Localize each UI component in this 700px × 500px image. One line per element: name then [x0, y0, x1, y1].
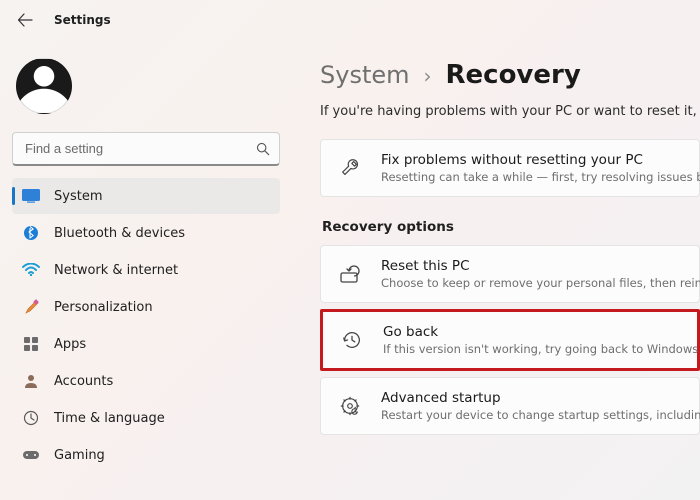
- tile-text: Advanced startup Restart your device to …: [381, 390, 683, 422]
- tile-title: Go back: [383, 324, 681, 340]
- section-label-recovery: Recovery options: [322, 219, 700, 235]
- search-icon: [256, 142, 270, 156]
- tile-subtitle: Resetting can take a while — first, try …: [381, 170, 683, 184]
- tile-go-back[interactable]: Go back If this version isn't working, t…: [320, 309, 700, 371]
- sidebar-item-network[interactable]: Network & internet: [12, 252, 280, 288]
- tile-reset-pc[interactable]: Reset this PC Choose to keep or remove y…: [320, 245, 700, 303]
- sidebar-item-label: Bluetooth & devices: [54, 226, 185, 241]
- history-icon: [339, 327, 365, 353]
- shell: System Bluetooth & devices Network & int…: [0, 40, 700, 500]
- tile-text: Go back If this version isn't working, t…: [383, 324, 681, 356]
- tile-fix-problems[interactable]: Fix problems without resetting your PC R…: [320, 139, 700, 197]
- arrow-left-icon: [17, 12, 33, 28]
- nav: System Bluetooth & devices Network & int…: [12, 178, 280, 473]
- search-wrap: [12, 132, 280, 166]
- tile-advanced-startup[interactable]: Advanced startup Restart your device to …: [320, 377, 700, 435]
- sidebar-item-label: Network & internet: [54, 263, 178, 278]
- bluetooth-icon: [22, 224, 40, 242]
- sidebar-item-label: Gaming: [54, 448, 105, 463]
- sidebar-item-accounts[interactable]: Accounts: [12, 363, 280, 399]
- sidebar-item-label: Apps: [54, 337, 86, 352]
- tile-list-recovery: Reset this PC Choose to keep or remove y…: [320, 245, 700, 435]
- tile-list-top: Fix problems without resetting your PC R…: [320, 139, 700, 197]
- paintbrush-icon: [22, 298, 40, 316]
- sidebar-item-label: Personalization: [54, 300, 153, 315]
- sidebar-item-time-language[interactable]: Time & language: [12, 400, 280, 436]
- back-button[interactable]: [14, 9, 36, 31]
- gaming-icon: [22, 446, 40, 464]
- sidebar-item-gaming[interactable]: Gaming: [12, 437, 280, 473]
- system-icon: [22, 187, 40, 205]
- chevron-right-icon: ›: [424, 64, 432, 88]
- wrench-icon: [337, 155, 363, 181]
- sidebar-item-label: Time & language: [54, 411, 165, 426]
- sidebar-item-personalization[interactable]: Personalization: [12, 289, 280, 325]
- avatar: [16, 58, 72, 114]
- tile-subtitle: Restart your device to change startup se…: [381, 408, 683, 422]
- clock-language-icon: [22, 409, 40, 427]
- titlebar: Settings: [0, 0, 700, 40]
- tile-subtitle: Choose to keep or remove your personal f…: [381, 276, 683, 290]
- advanced-startup-icon: [337, 393, 363, 419]
- breadcrumb-parent[interactable]: System: [320, 61, 410, 89]
- tile-title: Fix problems without resetting your PC: [381, 152, 683, 168]
- intro-text: If you're having problems with your PC o…: [320, 104, 700, 119]
- account-area[interactable]: [12, 48, 280, 132]
- wifi-icon: [22, 261, 40, 279]
- sidebar-item-bluetooth[interactable]: Bluetooth & devices: [12, 215, 280, 251]
- breadcrumb: System › Recovery: [320, 60, 700, 90]
- tile-text: Reset this PC Choose to keep or remove y…: [381, 258, 683, 290]
- sidebar: System Bluetooth & devices Network & int…: [0, 40, 292, 500]
- sidebar-item-system[interactable]: System: [12, 178, 280, 214]
- reset-pc-icon: [337, 261, 363, 287]
- window-title: Settings: [54, 13, 111, 27]
- content: System › Recovery If you're having probl…: [292, 40, 700, 500]
- tile-title: Advanced startup: [381, 390, 683, 406]
- sidebar-item-label: Accounts: [54, 374, 113, 389]
- tile-text: Fix problems without resetting your PC R…: [381, 152, 683, 184]
- search-input[interactable]: [12, 132, 280, 166]
- sidebar-item-label: System: [54, 189, 102, 204]
- tile-subtitle: If this version isn't working, try going…: [383, 342, 681, 356]
- accounts-icon: [22, 372, 40, 390]
- sidebar-item-apps[interactable]: Apps: [12, 326, 280, 362]
- page-title: Recovery: [446, 60, 581, 90]
- tile-title: Reset this PC: [381, 258, 683, 274]
- apps-icon: [22, 335, 40, 353]
